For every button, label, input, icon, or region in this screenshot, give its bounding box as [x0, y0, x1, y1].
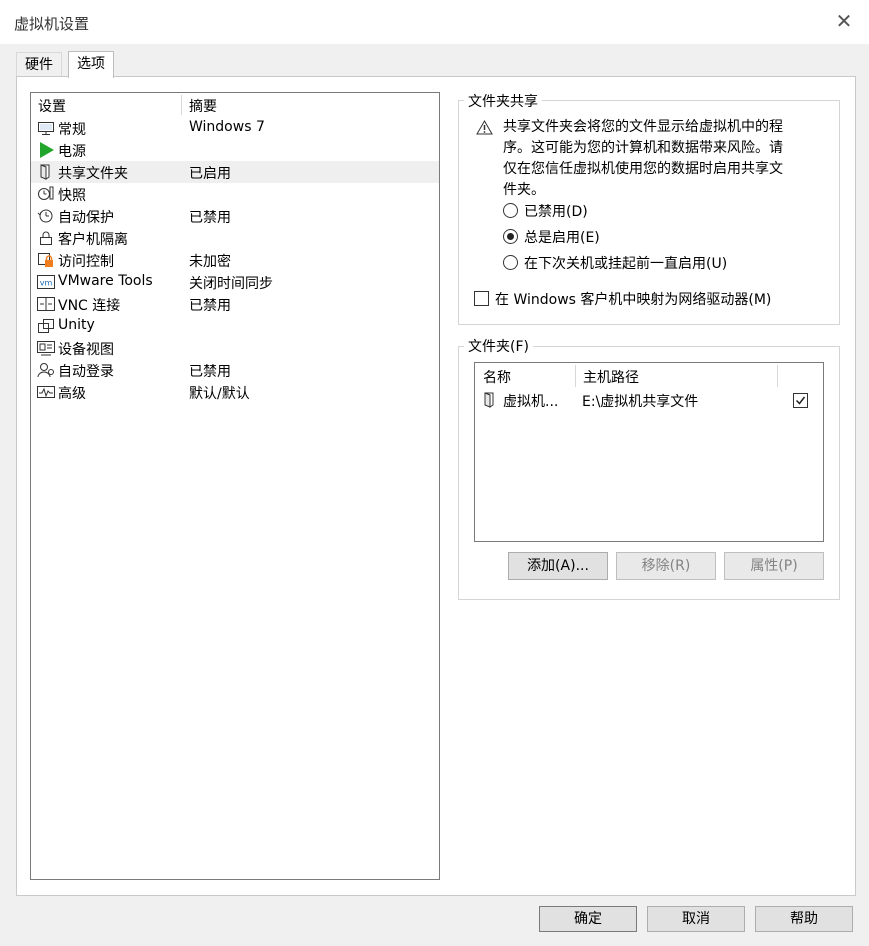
- column-header-summary[interactable]: 摘要: [189, 96, 217, 116]
- snapshot-icon: [38, 186, 54, 200]
- settings-item-label: 客户机隔离: [58, 232, 128, 248]
- vm-icon: vm: [37, 275, 55, 289]
- lock-icon: [40, 231, 52, 245]
- cancel-button[interactable]: 取消: [647, 906, 745, 932]
- column-header-setting[interactable]: 设置: [38, 96, 66, 116]
- folders-title: 文件夹(F): [464, 336, 533, 356]
- title-bar: 虚拟机设置 ✕: [0, 0, 869, 44]
- settings-item-label: VNC 连接: [58, 298, 121, 314]
- power-play-icon: [40, 142, 54, 158]
- settings-item-summary: 已禁用: [189, 298, 231, 314]
- settings-item-snapshots[interactable]: 快照: [31, 183, 439, 205]
- settings-item-label: 自动登录: [58, 364, 114, 380]
- map-network-drive-checkbox[interactable]: [474, 291, 489, 306]
- radio-label: 总是启用(E): [524, 230, 600, 246]
- tab-hardware[interactable]: 硬件: [16, 52, 62, 77]
- settings-item-autoprotect[interactable]: 自动保护 已禁用: [31, 205, 439, 227]
- column-divider[interactable]: [575, 365, 576, 387]
- auto-login-icon: [37, 363, 54, 378]
- folder-row[interactable]: 虚拟机... E:\虚拟机共享文件: [475, 389, 823, 411]
- warning-icon: [476, 120, 493, 135]
- folder-name: 虚拟机...: [503, 394, 559, 410]
- add-folder-button[interactable]: 添加(A)...: [508, 552, 608, 580]
- column-divider[interactable]: [777, 365, 778, 387]
- settings-item-advanced[interactable]: 高级 默认/默认: [31, 381, 439, 403]
- unity-icon: [38, 319, 54, 333]
- svg-text:vm: vm: [40, 279, 53, 288]
- advanced-icon: [37, 386, 55, 398]
- settings-item-power[interactable]: 电源: [31, 139, 439, 161]
- clock-icon: [37, 209, 53, 223]
- column-divider[interactable]: [181, 95, 182, 115]
- monitor-icon: [38, 122, 54, 135]
- settings-item-summary: 默认/默认: [189, 386, 250, 402]
- folder-properties-button[interactable]: 属性(P): [724, 552, 824, 580]
- radio-button[interactable]: [503, 255, 518, 270]
- device-view-icon: [37, 341, 55, 356]
- radio-disabled[interactable]: 已禁用(D): [503, 201, 588, 221]
- settings-item-summary: 已禁用: [189, 364, 231, 380]
- settings-item-label: 电源: [58, 144, 86, 160]
- folder-host-path: E:\虚拟机共享文件: [582, 394, 699, 410]
- window-title: 虚拟机设置: [14, 15, 90, 33]
- map-network-drive-label: 在 Windows 客户机中映射为网络驱动器(M): [495, 292, 772, 308]
- radio-label: 已禁用(D): [524, 204, 588, 220]
- settings-item-summary: 已禁用: [189, 210, 231, 226]
- checkmark-icon: [795, 396, 806, 405]
- settings-item-unity[interactable]: Unity: [31, 315, 439, 337]
- settings-item-label: 高级: [58, 386, 86, 402]
- column-header-host-path[interactable]: 主机路径: [583, 367, 639, 387]
- folder-enabled-checkbox[interactable]: [793, 393, 808, 408]
- settings-list-header: 设置 摘要: [31, 93, 439, 117]
- settings-item-label: VMware Tools: [58, 273, 153, 289]
- settings-item-label: 常规: [58, 122, 86, 138]
- folders-list[interactable]: 名称 主机路径 虚拟机... E:\虚拟机共享文件: [474, 362, 824, 542]
- radio-label: 在下次关机或挂起前一直启用(U): [524, 256, 728, 272]
- shared-folder-icon: [484, 392, 494, 408]
- radio-until-poweroff[interactable]: 在下次关机或挂起前一直启用(U): [503, 253, 727, 273]
- access-control-icon: [38, 253, 53, 267]
- radio-button[interactable]: [503, 203, 518, 218]
- settings-item-isolation[interactable]: 客户机隔离: [31, 227, 439, 249]
- settings-item-device-view[interactable]: 设备视图: [31, 337, 439, 359]
- settings-item-summary: Windows 7: [189, 119, 265, 135]
- radio-always-enabled[interactable]: 总是启用(E): [503, 227, 600, 247]
- settings-item-label: 设备视图: [58, 342, 114, 358]
- settings-item-summary: 关闭时间同步: [189, 276, 273, 292]
- folder-sharing-title: 文件夹共享: [464, 91, 542, 111]
- help-button[interactable]: 帮助: [755, 906, 853, 932]
- vnc-icon: [37, 297, 55, 311]
- settings-item-label: 自动保护: [58, 210, 114, 226]
- radio-button-selected[interactable]: [503, 229, 518, 244]
- column-header-name[interactable]: 名称: [483, 367, 511, 387]
- settings-item-shared-folders[interactable]: 共享文件夹 已启用: [31, 161, 439, 183]
- settings-item-label: 共享文件夹: [58, 166, 128, 182]
- shared-folder-icon: [40, 164, 50, 180]
- settings-item-label: Unity: [58, 317, 95, 333]
- settings-item-summary: 已启用: [189, 166, 231, 182]
- settings-item-general[interactable]: 常规 Windows 7: [31, 117, 439, 139]
- tab-options[interactable]: 选项: [68, 51, 114, 78]
- map-network-drive-option[interactable]: 在 Windows 客户机中映射为网络驱动器(M): [474, 289, 771, 309]
- remove-folder-button[interactable]: 移除(R): [616, 552, 716, 580]
- settings-item-label: 快照: [58, 188, 86, 204]
- settings-item-autologin[interactable]: 自动登录 已禁用: [31, 359, 439, 381]
- settings-item-vmware-tools[interactable]: vm VMware Tools 关闭时间同步: [31, 271, 439, 293]
- sharing-warning-text: 共享文件夹会将您的文件显示给虚拟机中的程序。这可能为您的计算机和数据带来风险。请…: [503, 119, 783, 198]
- settings-item-vnc[interactable]: VNC 连接 已禁用: [31, 293, 439, 315]
- settings-item-summary: 未加密: [189, 254, 231, 270]
- close-button[interactable]: ✕: [831, 8, 857, 34]
- settings-item-access-control[interactable]: 访问控制 未加密: [31, 249, 439, 271]
- settings-item-label: 访问控制: [58, 254, 114, 270]
- settings-list[interactable]: 设置 摘要 常规 Windows 7 电源 共享文件夹 已启用 快照 自动保护 …: [30, 92, 440, 880]
- ok-button[interactable]: 确定: [539, 906, 637, 932]
